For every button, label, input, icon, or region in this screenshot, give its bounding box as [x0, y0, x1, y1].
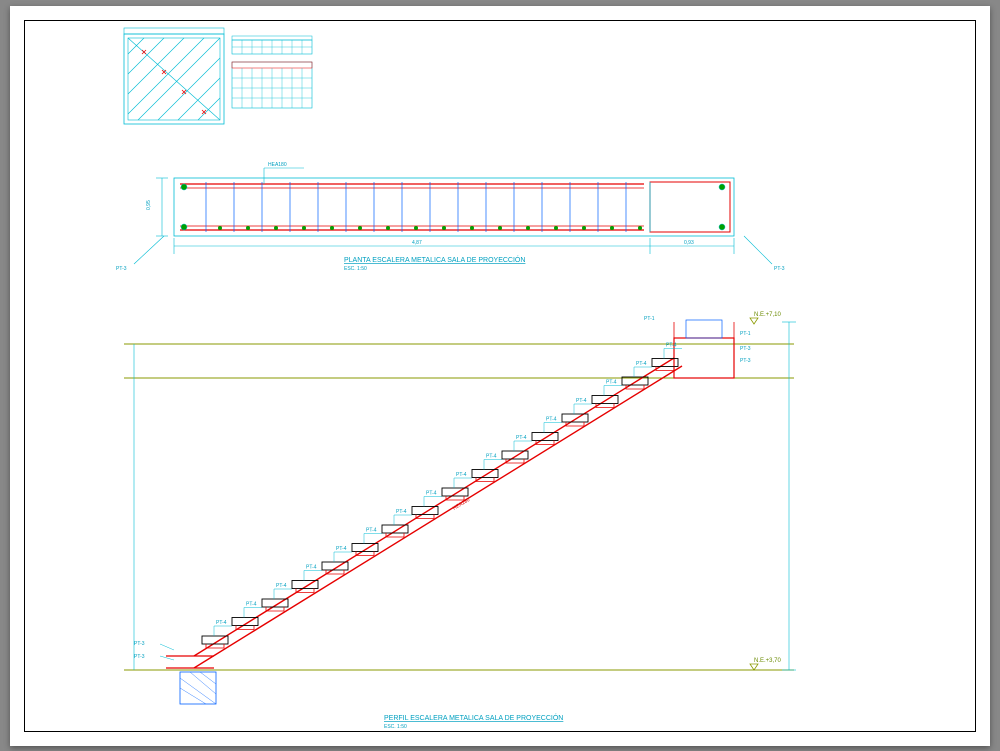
plan-title: PLANTA ESCALERA METALICA SALA DE PROYECC… — [344, 255, 525, 264]
plan-treads — [206, 182, 626, 232]
support-right: PT-3 — [774, 266, 785, 272]
step-label: PT-4 — [396, 509, 407, 515]
step-label: PT-4 — [576, 398, 587, 404]
detail-section — [124, 28, 312, 124]
dim-height: 0,95 — [146, 200, 152, 210]
beam-label-plan: HEA180 — [268, 162, 287, 168]
pt3-bl1: PT-3 — [134, 641, 145, 647]
pt3-top1: PT-3 — [740, 346, 751, 352]
drawing-page: HEA180 4,87 0,93 0,95 PT-3 PT-3 PLANTA E… — [10, 6, 990, 746]
pt3-top2: PT-3 — [740, 358, 751, 364]
step-label: PT-4 — [366, 528, 377, 534]
plan-scale: ESC. 1:50 — [344, 266, 367, 272]
beam-label-profile: HEA180 — [452, 497, 471, 512]
step-label: PT-4 — [606, 380, 617, 386]
step-label: PT-4 — [246, 602, 257, 608]
step-label: PT-4 — [666, 343, 677, 349]
support-left: PT-3 — [116, 266, 127, 272]
level-top: N.E.+7,10 — [754, 312, 782, 318]
pt1-top: PT-1 — [740, 331, 751, 337]
profile-title: PERFIL ESCALERA METALICA SALA DE PROYECC… — [384, 713, 563, 722]
step-label: PT-4 — [486, 454, 497, 460]
profile-view: N.E.+7,10 N.E.+3,70 HEA180 PT-3 PT-3 PT-… — [124, 312, 796, 730]
cad-drawing: HEA180 4,87 0,93 0,95 PT-3 PT-3 PLANTA E… — [24, 20, 976, 732]
pt1-top2: PT-1 — [644, 316, 655, 322]
level-bottom: N.E.+3,70 — [754, 658, 782, 664]
step-label: PT-4 — [546, 417, 557, 423]
dim-total: 4,87 — [412, 240, 422, 246]
step-label: PT-4 — [336, 546, 347, 552]
pt3-bl2: PT-3 — [134, 654, 145, 660]
profile-scale: ESC. 1:50 — [384, 724, 407, 730]
step-label: PT-4 — [306, 565, 317, 571]
plan-view: HEA180 4,87 0,93 0,95 PT-3 PT-3 PLANTA E… — [116, 162, 785, 272]
step-label: PT-4 — [516, 435, 527, 441]
profile-steps: PT-4 PT-4 PT-4 PT-4 PT-4 PT-4 PT-4 PT-4 PT-4 PT-4… — [202, 343, 682, 649]
step-label: PT-4 — [216, 620, 227, 626]
step-label: PT-4 — [276, 583, 287, 589]
step-label: PT-4 — [636, 361, 647, 367]
step-label: PT-4 — [456, 472, 467, 478]
dim-landing: 0,93 — [684, 240, 694, 246]
step-label: PT-4 — [426, 491, 437, 497]
